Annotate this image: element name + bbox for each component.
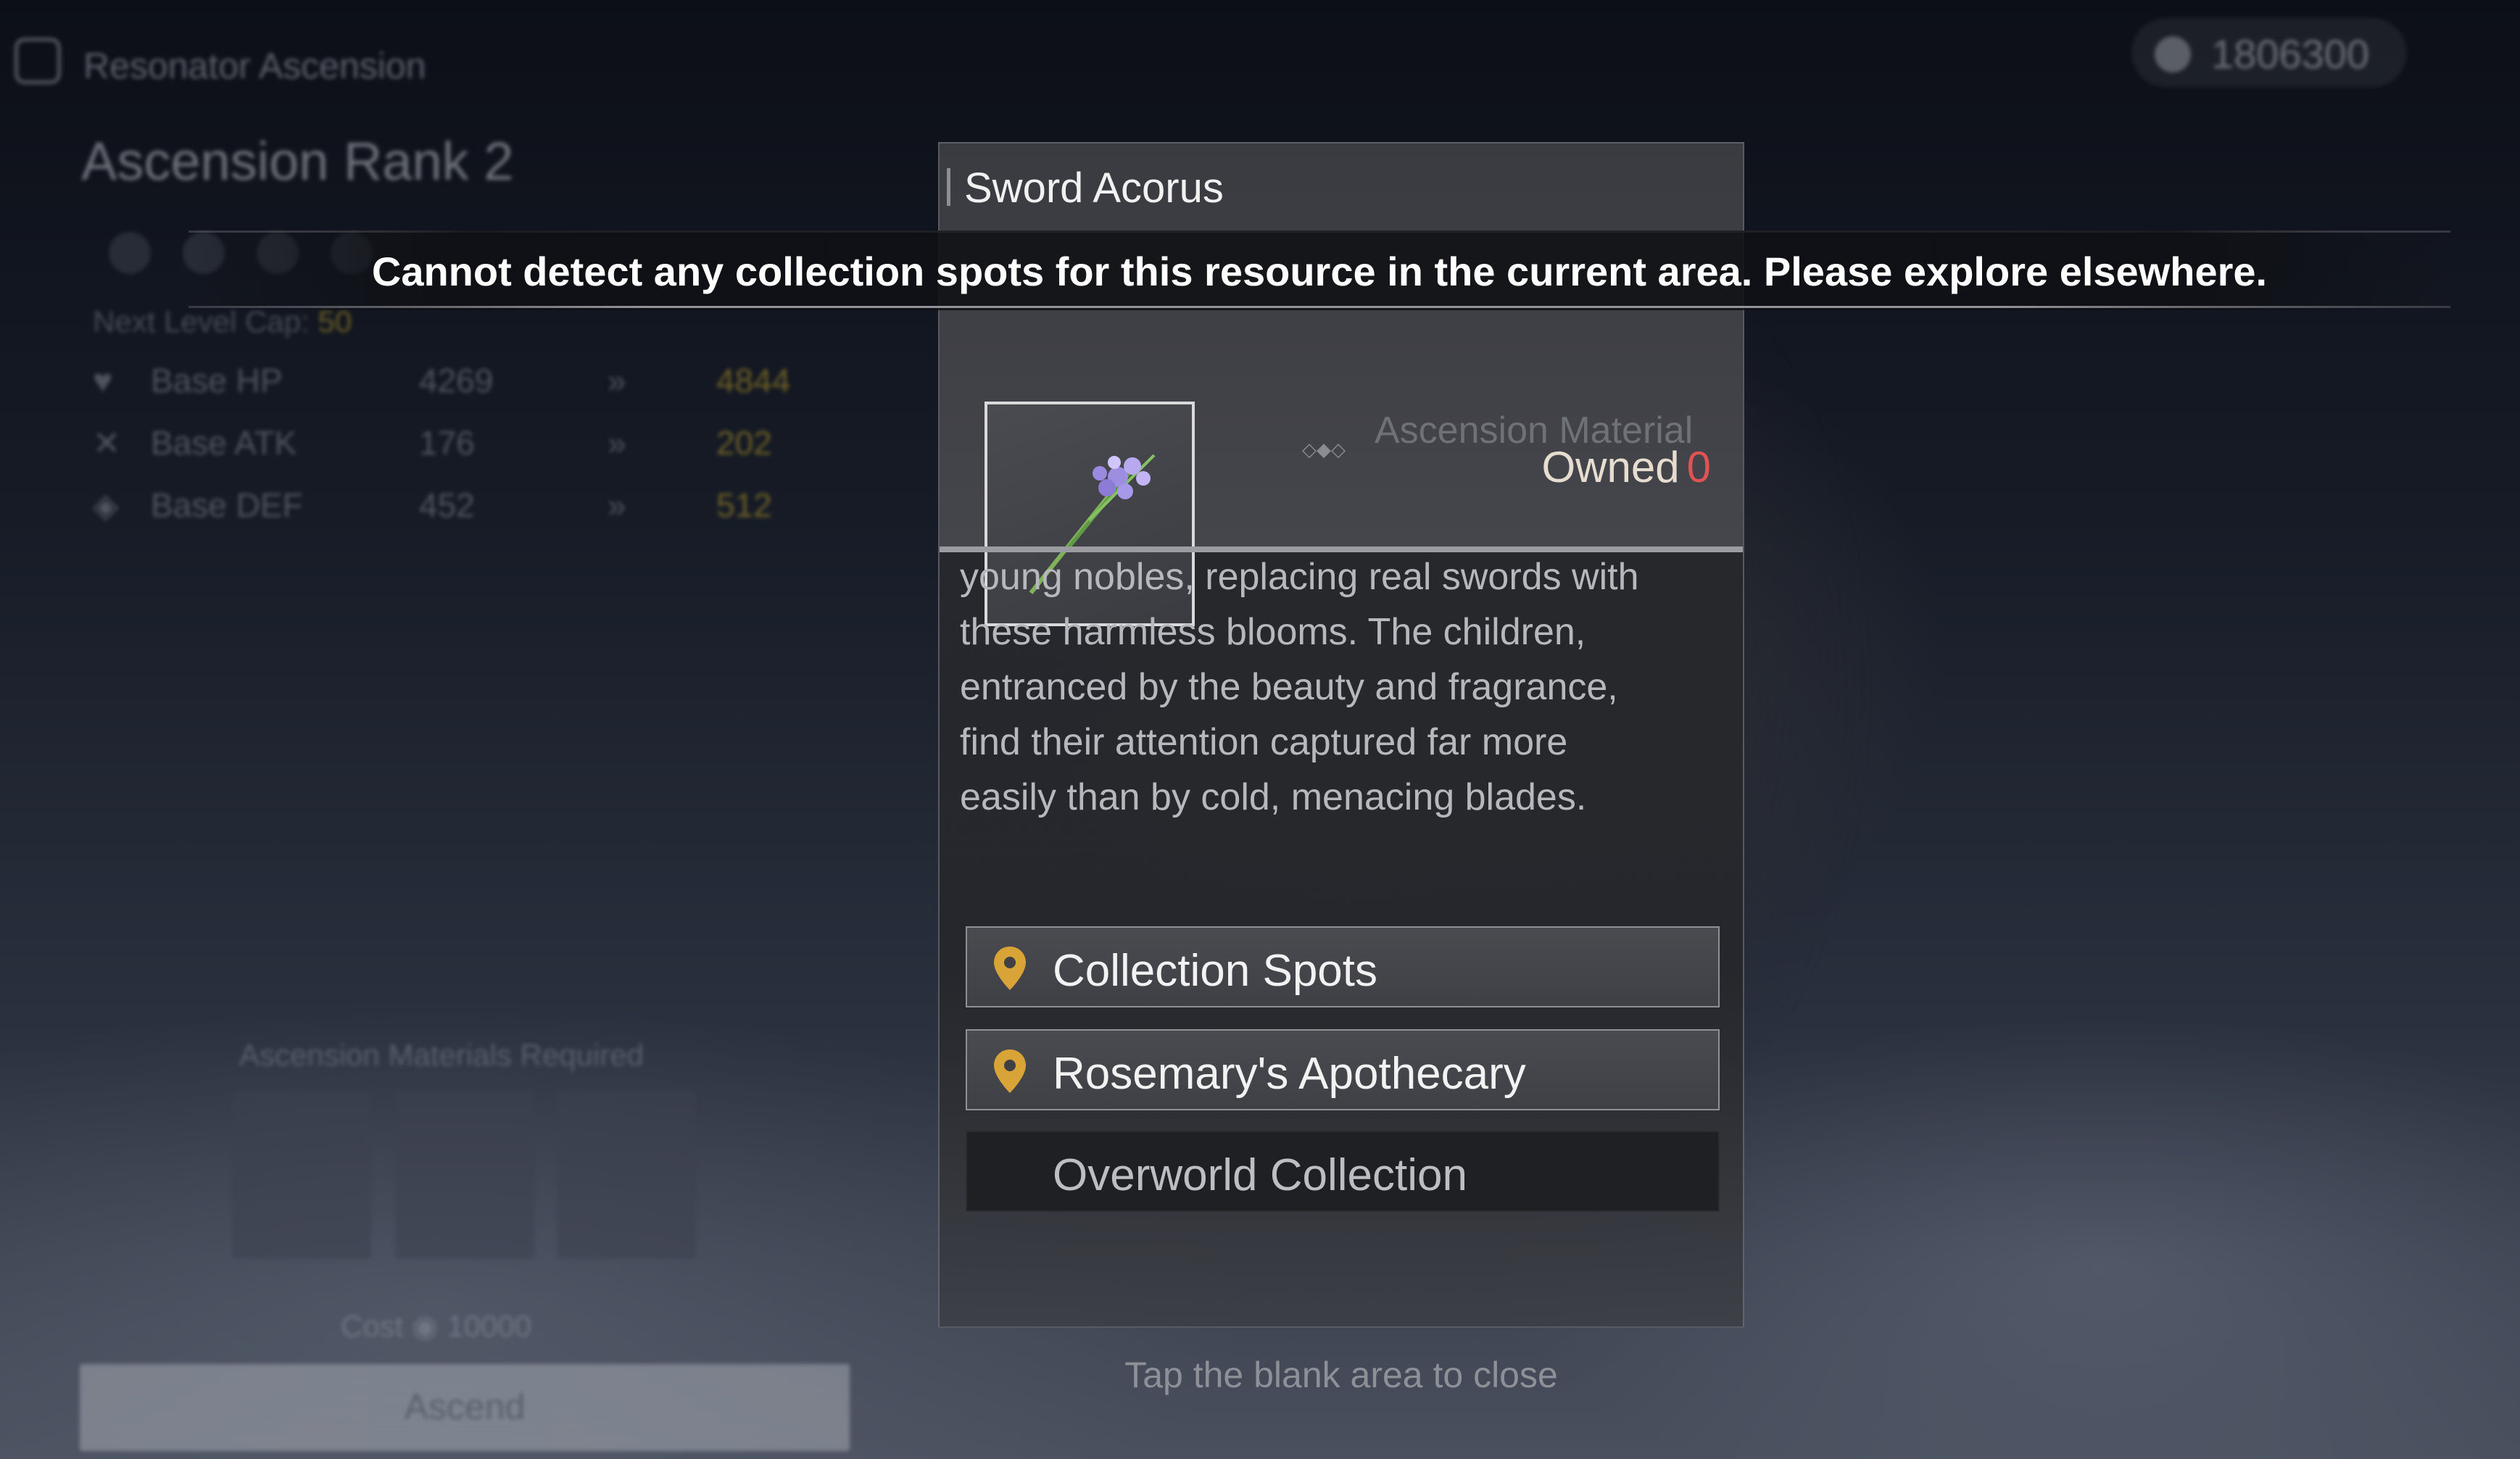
source-label: Overworld Collection: [1053, 1150, 1467, 1200]
materials-title: Ascension Materials Required: [239, 1038, 644, 1072]
stat-next: 202: [716, 424, 772, 462]
source-label: Collection Spots: [1053, 946, 1378, 996]
ascend-button: Ascend: [80, 1364, 850, 1451]
arrow-icon: »: [608, 362, 626, 399]
toast-border-bottom: [188, 306, 2450, 308]
item-name: Sword Acorus: [964, 165, 1224, 212]
stat-next: 4844: [716, 362, 791, 399]
toast-banner: Cannot detect any collection spots for t…: [188, 230, 2450, 310]
owned-count: Owned 0: [1542, 442, 1711, 492]
title-accent: [947, 168, 950, 206]
location-pin-icon: [994, 1049, 1026, 1093]
arrow-icon: »: [608, 486, 626, 524]
stat-row-atk: ✕ Base ATK 176 » 202: [86, 417, 854, 470]
material-slot: [395, 1091, 534, 1259]
stat-row-def: ◈ Base DEF 452 » 512: [86, 480, 854, 532]
stat-name: Base ATK: [151, 424, 297, 462]
close-hint: Tap the blank area to close: [1124, 1355, 1558, 1395]
stat-name: Base HP: [151, 362, 283, 399]
item-detail-popup: Sword Acorus Ascension Material ◇◆◇ Owne…: [938, 142, 1744, 1328]
stat-name: Base DEF: [151, 486, 303, 524]
material-slot: [232, 1091, 371, 1259]
arrow-icon: »: [608, 424, 626, 462]
stat-current: 176: [419, 424, 475, 462]
coin-icon: [2155, 36, 2191, 72]
cost: Cost ◉ 10000: [341, 1308, 531, 1344]
screen-title: Resonator Ascension: [83, 46, 426, 86]
hp-icon: ♥: [93, 362, 113, 399]
source-label: Rosemary's Apothecary: [1053, 1049, 1526, 1099]
owned-label: Owned: [1541, 443, 1680, 491]
location-pin-icon: [994, 947, 1026, 990]
stat-row-hp: ♥ Base HP 4269 » 4844: [86, 355, 854, 407]
rank-title: Ascension Rank 2: [81, 131, 514, 191]
rosemarys-apothecary-button[interactable]: Rosemary's Apothecary: [966, 1029, 1720, 1110]
currency-value: 1806300: [2211, 31, 2370, 77]
item-header: Sword Acorus Ascension Material ◇◆◇ Owne…: [940, 144, 1743, 626]
stat-current: 452: [419, 486, 475, 524]
currency-display: 1806300: [2131, 18, 2407, 87]
stat-current: 4269: [419, 362, 494, 399]
item-description[interactable]: young nobles, replacing real swords with…: [960, 549, 1728, 825]
stat-next: 512: [716, 486, 772, 524]
owned-value: 0: [1686, 443, 1711, 491]
ascension-icon: [14, 38, 61, 84]
material-slot: [557, 1091, 696, 1259]
atk-icon: ✕: [93, 424, 121, 462]
ornament-icon: ◇◆◇: [1302, 438, 1346, 460]
toast-message: Cannot detect any collection spots for t…: [371, 249, 2268, 294]
coin-icon: ◉: [412, 1309, 439, 1343]
ascend-label: Ascend: [404, 1387, 526, 1427]
def-icon: ◈: [93, 486, 119, 524]
overworld-collection-button[interactable]: Overworld Collection: [966, 1131, 1720, 1212]
collection-spots-button[interactable]: Collection Spots: [966, 926, 1720, 1007]
cost-value: 10000: [447, 1309, 532, 1343]
rank-indicator: [109, 232, 151, 274]
cost-label: Cost: [341, 1309, 404, 1343]
